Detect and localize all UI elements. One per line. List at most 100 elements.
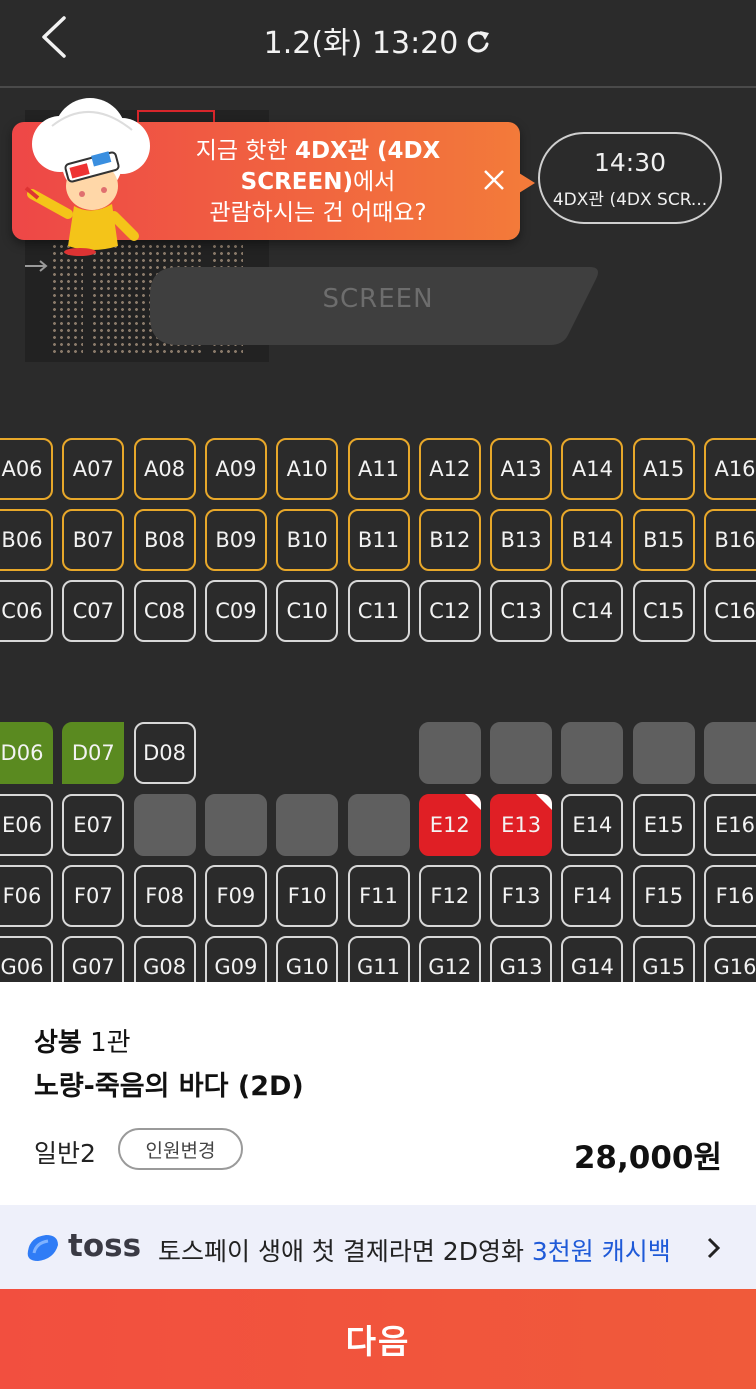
seat-b10[interactable]: B10 <box>276 509 339 571</box>
toss-logo-icon <box>27 1235 58 1261</box>
seat-c10[interactable]: C10 <box>276 580 339 642</box>
seat-a10[interactable]: A10 <box>276 438 339 500</box>
alt-showtime-button[interactable]: 14:30 4DX관 (4DX SCR... <box>538 132 722 224</box>
promo-tooltip-tail <box>519 173 535 193</box>
seat-f16[interactable]: F16 <box>704 865 756 927</box>
seat-e15[interactable]: E15 <box>632 794 695 856</box>
seat-a14[interactable]: A14 <box>561 438 624 500</box>
toss-message-text: 토스페이 생애 첫 결제라면 2D영화 <box>158 1237 532 1266</box>
seat-f13[interactable]: F13 <box>490 865 553 927</box>
seat-unavailable <box>133 794 196 856</box>
seat-g16[interactable]: G16 <box>704 936 756 982</box>
seat-a16[interactable]: A16 <box>704 438 756 500</box>
next-button[interactable]: 다음 <box>0 1289 756 1389</box>
toss-promo-banner[interactable]: toss 토스페이 생애 첫 결제라면 2D영화 3천원 캐시백 <box>0 1205 756 1289</box>
promo-text-part: 에서 <box>353 169 396 195</box>
seat-unavailable <box>632 722 695 784</box>
seat-f12[interactable]: F12 <box>418 865 481 927</box>
seat-e13[interactable]: E13 <box>490 794 553 856</box>
seat-e06[interactable]: E06 <box>0 794 53 856</box>
seat-c14[interactable]: C14 <box>561 580 624 642</box>
seat-c09[interactable]: C09 <box>204 580 267 642</box>
seat-f11[interactable]: F11 <box>347 865 410 927</box>
change-people-button[interactable]: 인원변경 <box>118 1128 243 1170</box>
seat-a08[interactable]: A08 <box>133 438 196 500</box>
seat-g15[interactable]: G15 <box>632 936 695 982</box>
theater-info: 상봉 1관 <box>34 1022 131 1059</box>
seat-f08[interactable]: F08 <box>133 865 196 927</box>
seat-b13[interactable]: B13 <box>490 509 553 571</box>
audience-count: 일반2 <box>34 1139 96 1168</box>
promo-tooltip[interactable]: 지금 핫한 4DX관 (4DX SCREEN)에서 관람하시는 건 어때요? <box>12 98 520 256</box>
toss-message: 토스페이 생애 첫 결제라면 2D영화 3천원 캐시백 <box>158 1232 671 1268</box>
seat-d07[interactable]: D07 <box>62 722 125 784</box>
seat-unavailable <box>276 794 339 856</box>
seat-unavailable <box>204 794 267 856</box>
seat-f09[interactable]: F09 <box>204 865 267 927</box>
promo-text-bold: SCREEN) <box>240 169 353 195</box>
seat-unavailable <box>704 722 756 784</box>
seat-g06[interactable]: G06 <box>0 936 53 982</box>
seat-g11[interactable]: G11 <box>347 936 410 982</box>
seat-a15[interactable]: A15 <box>632 438 695 500</box>
seat-unavailable <box>561 722 624 784</box>
seat-unavailable <box>418 722 481 784</box>
seat-f06[interactable]: F06 <box>0 865 53 927</box>
seat-b07[interactable]: B07 <box>62 509 125 571</box>
seat-a12[interactable]: A12 <box>418 438 481 500</box>
seat-b06[interactable]: B06 <box>0 509 53 571</box>
seat-f07[interactable]: F07 <box>62 865 125 927</box>
seat-a13[interactable]: A13 <box>490 438 553 500</box>
seat-c13[interactable]: C13 <box>490 580 553 642</box>
seat-b11[interactable]: B11 <box>347 509 410 571</box>
seat-f10[interactable]: F10 <box>276 865 339 927</box>
seat-f14[interactable]: F14 <box>561 865 624 927</box>
seat-unavailable <box>347 794 410 856</box>
seat-b12[interactable]: B12 <box>418 509 481 571</box>
seat-g08[interactable]: G08 <box>133 936 196 982</box>
screen-label: SCREEN <box>322 284 434 314</box>
seat-c08[interactable]: C08 <box>133 580 196 642</box>
seat-c15[interactable]: C15 <box>632 580 695 642</box>
seat-f15[interactable]: F15 <box>632 865 695 927</box>
chevron-right-icon <box>707 1237 721 1259</box>
seat-g10[interactable]: G10 <box>276 936 339 982</box>
seat-g14[interactable]: G14 <box>561 936 624 982</box>
seat-a11[interactable]: A11 <box>347 438 410 500</box>
seat-c12[interactable]: C12 <box>418 580 481 642</box>
total-price: 28,000원 <box>573 1140 722 1176</box>
seat-b09[interactable]: B09 <box>204 509 267 571</box>
seat-b14[interactable]: B14 <box>561 509 624 571</box>
promo-message: 지금 핫한 4DX관 (4DX SCREEN)에서 관람하시는 건 어때요? <box>177 136 459 229</box>
theater-name: 상봉 <box>34 1028 82 1058</box>
seat-e12[interactable]: E12 <box>418 794 481 856</box>
seat-b15[interactable]: B15 <box>632 509 695 571</box>
seat-d06[interactable]: D06 <box>0 722 53 784</box>
mascot-illustration <box>24 98 150 256</box>
seat-c11[interactable]: C11 <box>347 580 410 642</box>
seat-e14[interactable]: E14 <box>561 794 624 856</box>
close-icon[interactable] <box>480 166 508 194</box>
seat-g13[interactable]: G13 <box>490 936 553 982</box>
seat-a06[interactable]: A06 <box>0 438 53 500</box>
promo-text-part: 지금 핫한 <box>195 138 295 164</box>
hall-name: 1관 <box>81 1028 131 1058</box>
toss-cashback-highlight: 3천원 캐시백 <box>531 1237 671 1266</box>
toss-brand: toss <box>68 1228 142 1264</box>
seat-g07[interactable]: G07 <box>62 936 125 982</box>
seat-a07[interactable]: A07 <box>62 438 125 500</box>
seat-c07[interactable]: C07 <box>62 580 125 642</box>
seat-a09[interactable]: A09 <box>204 438 267 500</box>
seat-d08[interactable]: D08 <box>133 722 196 784</box>
promo-text-bold: 4DX관 (4DX <box>294 138 441 164</box>
seat-b08[interactable]: B08 <box>133 509 196 571</box>
seat-c16[interactable]: C16 <box>704 580 756 642</box>
alt-showtime-hall: 4DX관 (4DX SCR... <box>552 190 708 210</box>
seat-g12[interactable]: G12 <box>418 936 481 982</box>
seat-b16[interactable]: B16 <box>704 509 756 571</box>
booking-summary-panel: 상봉 1관 노량-죽음의 바다 (2D) 일반2 인원변경 28,000원 <box>0 982 756 1205</box>
seat-c06[interactable]: C06 <box>0 580 53 642</box>
seat-g09[interactable]: G09 <box>204 936 267 982</box>
seat-e07[interactable]: E07 <box>62 794 125 856</box>
seat-e16[interactable]: E16 <box>704 794 756 856</box>
